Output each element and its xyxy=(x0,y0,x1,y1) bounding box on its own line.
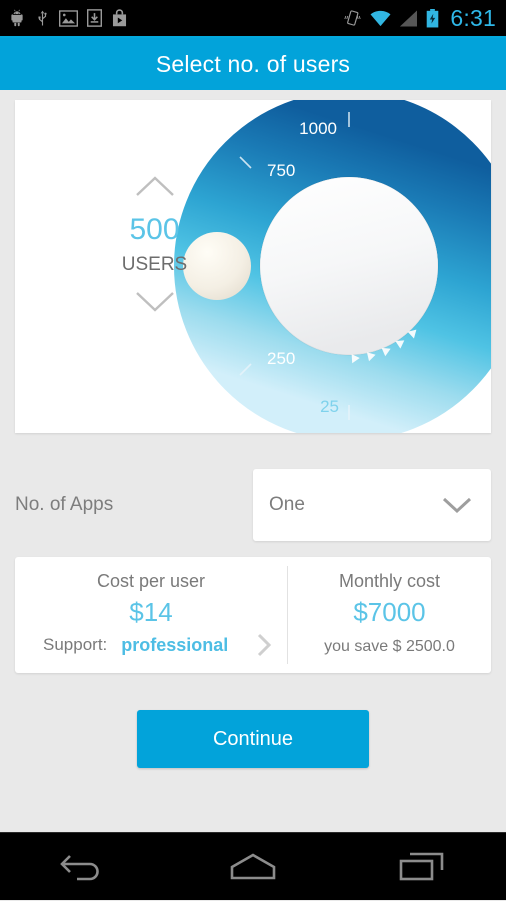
cost-per-user-amount: $14 xyxy=(129,597,173,627)
status-bar-left-icons xyxy=(8,9,128,27)
recents-squares-icon xyxy=(399,852,443,880)
recents-button[interactable] xyxy=(377,833,467,901)
chevron-down-icon[interactable] xyxy=(134,290,176,314)
wifi-icon xyxy=(370,10,391,26)
apps-count-select[interactable]: One xyxy=(253,469,491,541)
apps-count-row: No. of Apps One xyxy=(15,469,491,541)
android-robot-icon xyxy=(11,9,23,27)
status-bar-right-icons: 6:31 xyxy=(344,5,496,32)
image-icon xyxy=(59,9,78,27)
apps-count-label: No. of Apps xyxy=(15,494,114,515)
dial-tick-label-25: 25 xyxy=(320,397,339,416)
back-arrow-icon xyxy=(60,854,100,880)
play-store-icon xyxy=(112,9,127,27)
status-bar-clock: 6:31 xyxy=(450,4,496,31)
android-navigation-bar xyxy=(0,832,506,900)
home-button[interactable] xyxy=(208,833,298,901)
monthly-cost-amount: $7000 xyxy=(353,597,426,627)
status-bar: 6:31 xyxy=(0,0,506,36)
vibrate-icon xyxy=(344,10,362,26)
page-title: Select no. of users xyxy=(155,50,351,77)
app-bar: Select no. of users xyxy=(0,38,506,90)
cost-summary-cards: Cost per user $14 Support: professional … xyxy=(15,557,491,673)
user-count-stepper: 500 USERS xyxy=(77,174,232,314)
continue-button[interactable]: Continue xyxy=(137,710,369,768)
back-button[interactable] xyxy=(39,833,129,901)
chevron-down-icon xyxy=(442,497,472,514)
dial-tick-label-750: 750 xyxy=(267,161,295,180)
continue-button-container: Continue xyxy=(0,710,506,768)
monthly-savings-text: you save $ 2500.0 xyxy=(324,638,455,655)
cell-signal-icon xyxy=(400,10,418,26)
usb-icon xyxy=(38,10,47,26)
cost-per-user-card: Cost per user $14 Support: professional xyxy=(15,557,287,673)
monthly-cost-title: Monthly cost xyxy=(338,571,441,591)
support-label: Support: xyxy=(43,635,108,654)
dial-tick-label-250: 250 xyxy=(267,349,295,368)
home-pentagon-icon xyxy=(230,853,276,879)
user-count-unit-label: USERS xyxy=(121,254,188,275)
support-selector-row[interactable]: Support: professional xyxy=(15,632,287,658)
user-count-dial-card: 1000 750 250 25 500 USERS xyxy=(15,100,491,433)
chevron-right-icon xyxy=(257,633,272,657)
battery-charging-icon xyxy=(427,8,439,27)
user-count-value: 500 xyxy=(129,213,180,246)
support-value: professional xyxy=(121,634,229,655)
chevron-up-icon[interactable] xyxy=(134,174,176,198)
monthly-cost-card: Monthly cost $7000 you save $ 2500.0 xyxy=(288,557,491,673)
cost-per-user-title: Cost per user xyxy=(96,571,206,591)
apps-count-selected-value: One xyxy=(269,494,305,515)
dial-tick-label-1000: 1000 xyxy=(299,119,337,138)
download-icon xyxy=(87,9,102,27)
main-content: 1000 750 250 25 500 USERS No. of Apps On… xyxy=(0,100,506,768)
